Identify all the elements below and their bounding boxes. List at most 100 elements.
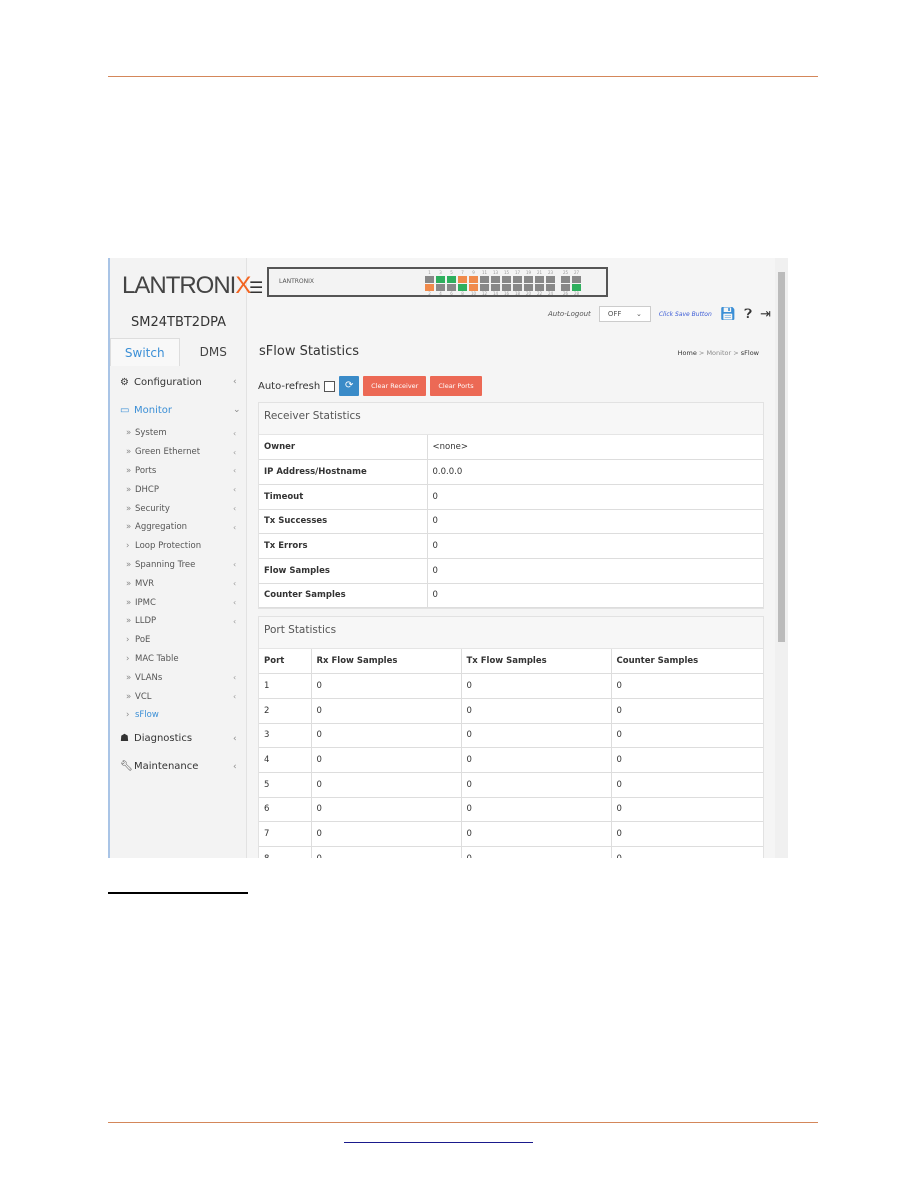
save-icon[interactable]: 💾︎ — [720, 307, 737, 322]
port-cell: 8 — [259, 846, 311, 858]
auto-logout-select[interactable]: OFF ⌄ — [598, 306, 651, 322]
footer-link-underline[interactable] — [344, 1142, 533, 1143]
sidebar-subitem-label: VCL — [135, 691, 152, 702]
breadcrumb-monitor[interactable]: Monitor — [706, 349, 731, 357]
port-cell: 0 — [460, 846, 611, 858]
arrow-icon: » — [126, 616, 132, 627]
sidebar-subitem-mvr[interactable]: » MVR ‹ — [110, 574, 247, 593]
port-cell: 7 — [259, 821, 311, 847]
logout-icon[interactable]: ⇥ — [760, 307, 771, 322]
table-row: 7000 — [259, 821, 763, 847]
port-cell: 0 — [460, 698, 611, 724]
chevron-down-icon: ⌄ — [635, 310, 642, 318]
receiver-value: 0 — [426, 484, 763, 510]
sidebar-item-diagnostics[interactable]: ☗ Diagnostics ‹ — [110, 725, 247, 753]
sidebar-subitem-label: Aggregation — [135, 522, 188, 533]
sidebar-subitem-spanning-tree[interactable]: » Spanning Tree ‹ — [110, 556, 247, 575]
port-cell: 4 — [259, 747, 311, 773]
sidebar-subitem-label: IPMC — [135, 597, 156, 608]
sidebar-item-monitor[interactable]: ▭ Monitor ⌄ — [110, 396, 247, 424]
port-cell: 0 — [610, 747, 763, 773]
sidebar-item-label: Diagnostics — [134, 733, 193, 745]
sidebar-subitem-system[interactable]: » System ‹ — [110, 424, 247, 443]
chevron-icon: ‹ — [233, 447, 237, 457]
tab-switch[interactable]: Switch — [110, 338, 180, 366]
sidebar-subitem-label: Ports — [135, 465, 157, 476]
sidebar-subitem-loop-protection[interactable]: › Loop Protection — [110, 537, 247, 556]
chevron-icon: ⌄ — [233, 405, 241, 415]
receiver-statistics-panel: Receiver Statistics Owner <none> IP Addres… — [258, 402, 764, 610]
arrow-icon: » — [126, 428, 132, 439]
sitemap-icon: ☗ — [120, 733, 129, 745]
receiver-label: IP Address/Hostname — [259, 459, 427, 485]
chevron-icon: ‹ — [233, 692, 237, 702]
sidebar-subitem-sflow[interactable]: › sFlow — [110, 706, 247, 725]
receiver-value: 0 — [426, 583, 763, 609]
sidebar-subitem-mac-table[interactable]: › MAC Table — [110, 650, 247, 669]
sidebar-subitem-label: Spanning Tree — [135, 559, 196, 570]
arrow-icon: › — [126, 653, 130, 664]
chevron-icon: ‹ — [233, 598, 237, 608]
sidebar-subitem-vlans[interactable]: » VLANs ‹ — [110, 668, 247, 687]
save-hint: Click Save Button — [658, 310, 712, 318]
chevron-icon: ‹ — [233, 485, 237, 495]
column-header: Counter Samples — [610, 649, 763, 675]
chevron-icon: ‹ — [233, 504, 237, 514]
port-cell: 1 — [259, 673, 311, 699]
receiver-value: 0 — [426, 558, 763, 584]
sidebar-subitem-security[interactable]: » Security ‹ — [110, 499, 247, 518]
sidebar-subitem-label: LLDP — [135, 616, 157, 627]
sidebar-subitem-label: Loop Protection — [135, 541, 202, 552]
laptop-icon: ▭ — [120, 404, 130, 416]
sidebar-subitem-poe[interactable]: › PoE — [110, 631, 247, 650]
auto-refresh-checkbox[interactable] — [324, 380, 336, 392]
clear-receiver-button[interactable]: Clear Receiver — [363, 376, 427, 396]
receiver-value: 0.0.0.0 — [426, 459, 763, 485]
sidebar-subitem-green-ethernet[interactable]: » Green Ethernet ‹ — [110, 443, 247, 462]
sidebar-item-maintenance[interactable]: 🔧︎ Maintenance ‹ — [110, 753, 247, 781]
scrollbar[interactable] — [775, 258, 788, 858]
table-row: 4000 — [259, 747, 763, 773]
port-cell: 0 — [610, 673, 763, 699]
arrow-icon: » — [126, 691, 132, 702]
lantronix-logo: LANTRONIX — [122, 272, 251, 299]
arrow-icon: » — [126, 672, 132, 683]
sidebar-subitem-aggregation[interactable]: » Aggregation ‹ — [110, 518, 247, 537]
help-icon[interactable]: ❓︎ — [744, 307, 752, 322]
scrollbar-thumb[interactable] — [778, 272, 785, 642]
sidebar-subitem-label: sFlow — [135, 710, 159, 721]
sidebar-subitem-ipmc[interactable]: » IPMC ‹ — [110, 593, 247, 612]
receiver-label: Tx Errors — [259, 533, 427, 559]
table-row: Owner <none> — [259, 435, 763, 461]
port-cell: 5 — [259, 772, 311, 798]
sidebar-subitem-label: Security — [135, 503, 170, 514]
port-cell: 0 — [310, 747, 461, 773]
clear-ports-button[interactable]: Clear Ports — [430, 376, 482, 396]
refresh-button[interactable]: ⟳ — [339, 376, 360, 396]
sidebar-subitem-label: VLANs — [135, 672, 163, 683]
arrow-icon: › — [126, 541, 130, 552]
sidebar-item-label: Configuration — [134, 376, 202, 388]
sidebar-subitem-dhcp[interactable]: » DHCP ‹ — [110, 480, 247, 499]
sidebar-subitem-label: MVR — [135, 578, 155, 589]
receiver-label: Flow Samples — [259, 558, 427, 584]
port-cell: 0 — [610, 846, 763, 858]
sidebar-subitem-ports[interactable]: » Ports ‹ — [110, 462, 247, 481]
sidebar-subitem-lldp[interactable]: » LLDP ‹ — [110, 612, 247, 631]
port-cell: 0 — [310, 673, 461, 699]
sidebar-subitem-vcl[interactable]: » VCL ‹ — [110, 687, 247, 706]
table-row: Timeout 0 — [259, 484, 763, 510]
port-cell: 0 — [610, 723, 763, 749]
breadcrumb-home[interactable]: Home — [678, 349, 697, 357]
auto-logout-value: OFF — [607, 310, 622, 318]
receiver-value: 0 — [426, 509, 763, 535]
sidebar-item-label: Maintenance — [134, 761, 199, 773]
chevron-icon: ‹ — [233, 428, 237, 438]
browser-window: LANTRONIX SM24TBT2DPA Switch DMS ⚙ Config… — [108, 258, 788, 858]
tab-dms[interactable]: DMS — [180, 338, 248, 366]
breadcrumb-separator: > — [698, 349, 705, 357]
wrench-icon: 🔧︎ — [120, 761, 133, 773]
table-header-row: Port Rx Flow Samples Tx Flow Samples Counte… — [259, 649, 763, 675]
sidebar-item-configuration[interactable]: ⚙ Configuration ‹ — [110, 368, 247, 396]
sidebar-subitem-label: PoE — [135, 635, 151, 646]
